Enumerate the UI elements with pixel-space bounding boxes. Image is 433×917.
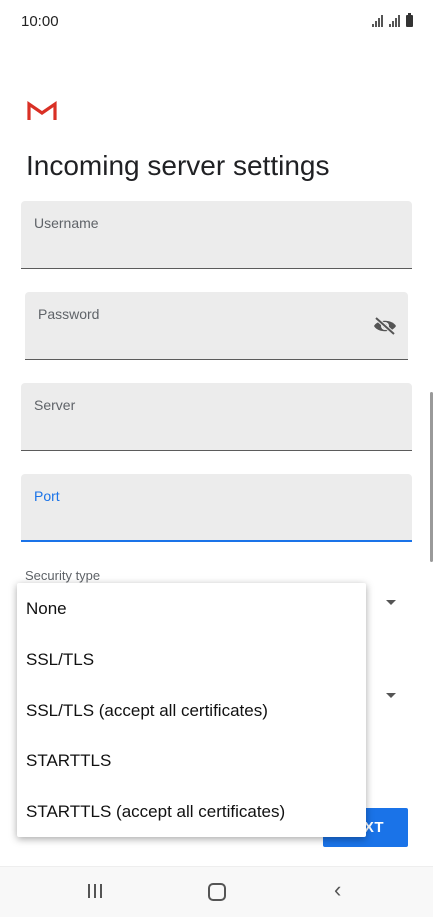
port-label: Port	[34, 488, 60, 504]
chevron-down-icon[interactable]	[386, 600, 396, 605]
chevron-down-icon[interactable]	[386, 693, 396, 698]
menu-item-starttls[interactable]: STARTTLS	[26, 751, 111, 771]
signal-icon	[372, 15, 383, 27]
server-field[interactable]: Server	[21, 383, 412, 451]
username-field[interactable]: Username	[21, 201, 412, 269]
recent-apps-icon[interactable]	[88, 884, 102, 898]
menu-item-ssl-tls[interactable]: SSL/TLS	[26, 650, 94, 670]
password-label: Password	[38, 306, 100, 322]
password-field[interactable]: Password	[25, 292, 408, 360]
security-type-label: Security type	[25, 568, 101, 583]
status-bar: 10:00	[0, 0, 433, 44]
battery-icon	[406, 13, 413, 27]
status-time: 10:00	[21, 13, 59, 30]
page-title: Incoming server settings	[26, 150, 330, 181]
menu-item-none[interactable]: None	[26, 599, 67, 619]
username-label: Username	[34, 215, 99, 231]
menu-item-ssl-tls-accept-all[interactable]: SSL/TLS (accept all certificates)	[26, 701, 268, 721]
gmail-icon	[27, 100, 57, 120]
signal-icon	[389, 15, 400, 27]
security-type-dropdown-menu: None SSL/TLS SSL/TLS (accept all certifi…	[17, 583, 366, 837]
server-label: Server	[34, 397, 76, 413]
port-field[interactable]: Port	[21, 474, 412, 542]
back-icon[interactable]: ‹	[334, 879, 341, 901]
eye-off-icon[interactable]	[372, 316, 398, 336]
home-icon[interactable]	[208, 883, 226, 901]
navigation-bar: ‹	[0, 866, 433, 917]
menu-item-starttls-accept-all[interactable]: STARTTLS (accept all certificates)	[26, 802, 285, 822]
status-icons	[372, 13, 413, 27]
